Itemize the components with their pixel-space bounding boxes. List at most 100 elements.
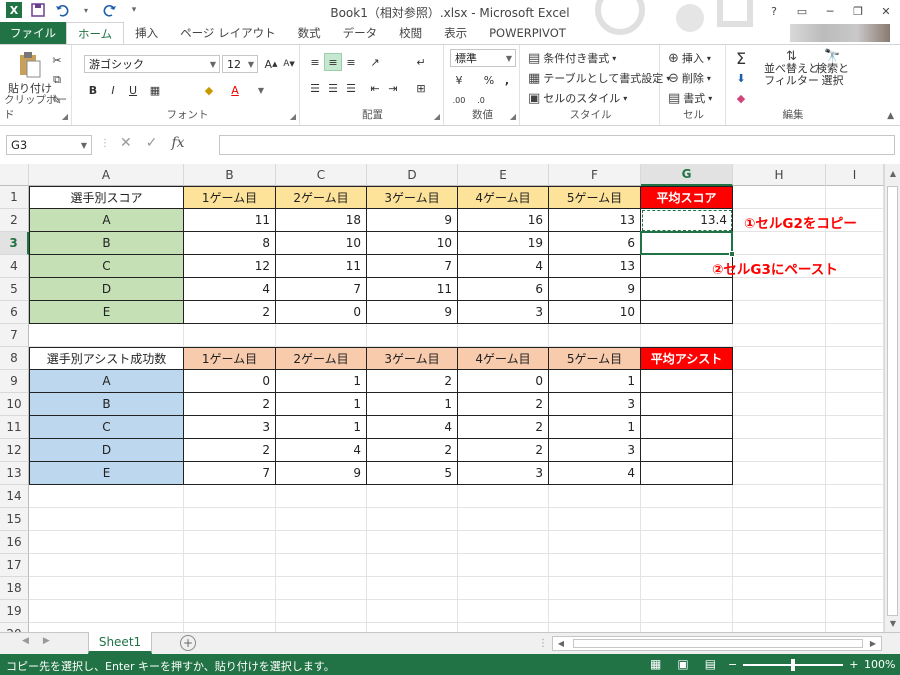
score_table-value-cell[interactable]: 18 bbox=[276, 209, 367, 232]
column-header-c[interactable]: C bbox=[276, 164, 367, 186]
number-launcher-icon[interactable]: ◢ bbox=[510, 112, 516, 121]
align-left-icon[interactable]: ☰ bbox=[306, 79, 324, 97]
scroll-up-icon[interactable]: ▲ bbox=[885, 166, 900, 180]
tab-page-layout[interactable]: ページ レイアウト bbox=[169, 22, 286, 44]
row-header-14[interactable]: 14 bbox=[0, 485, 29, 508]
score_table-value-cell[interactable]: 7 bbox=[276, 278, 367, 301]
score_table-value-cell[interactable]: 11 bbox=[276, 255, 367, 278]
row-header-7[interactable]: 7 bbox=[0, 324, 29, 347]
score_table-value-cell[interactable]: 12 bbox=[184, 255, 276, 278]
assist_table-value-cell[interactable]: 4 bbox=[367, 416, 458, 439]
tab-review[interactable]: 校閲 bbox=[388, 22, 433, 44]
zoom-out-icon[interactable]: − bbox=[728, 658, 737, 671]
score_table-value-cell[interactable]: 11 bbox=[367, 278, 458, 301]
font-size-combo[interactable]: 12 ▼ bbox=[222, 55, 258, 73]
format-as-table-button[interactable]: ▦ テーブルとして書式設定 ▾ bbox=[528, 70, 670, 86]
page-layout-view-icon[interactable]: ▣ bbox=[677, 657, 688, 671]
cut-icon[interactable]: ✂ bbox=[48, 51, 66, 69]
score_table-value-cell[interactable]: 10 bbox=[276, 232, 367, 255]
bottom-align-icon[interactable]: ≡ bbox=[342, 53, 360, 71]
insert-cells-button[interactable]: ⊕ 挿入 ▾ bbox=[668, 50, 711, 66]
zoom-in-icon[interactable]: + bbox=[849, 658, 858, 671]
clipboard-launcher-icon[interactable]: ◢ bbox=[62, 112, 68, 121]
currency-icon[interactable]: ¥ bbox=[450, 71, 468, 89]
assist_table-value-cell[interactable]: 3 bbox=[549, 393, 641, 416]
assist_table-value-cell[interactable]: 1 bbox=[276, 393, 367, 416]
score_table-value-cell[interactable]: 7 bbox=[367, 255, 458, 278]
assist_table-value-cell[interactable]: 2 bbox=[458, 439, 549, 462]
score_table-value-cell[interactable]: 0 bbox=[276, 301, 367, 324]
assist_table-average-cell[interactable] bbox=[641, 462, 733, 485]
row-header-3[interactable]: 3 bbox=[0, 232, 29, 255]
assist_table-value-cell[interactable]: 3 bbox=[458, 462, 549, 485]
active-cell-g3[interactable] bbox=[640, 231, 733, 255]
assist_table-game-header[interactable]: 1ゲーム目 bbox=[184, 347, 276, 370]
vertical-scroll-thumb[interactable] bbox=[887, 186, 898, 616]
user-account-avatar[interactable] bbox=[790, 24, 890, 42]
horizontal-scrollbar[interactable]: ◀ ▶ bbox=[552, 636, 882, 651]
score_table-value-cell[interactable]: 9 bbox=[367, 209, 458, 232]
row-header-12[interactable]: 12 bbox=[0, 439, 29, 462]
wrap-text-icon[interactable]: ↵ bbox=[412, 53, 430, 71]
top-align-icon[interactable]: ≡ bbox=[306, 53, 324, 71]
font-name-combo[interactable]: 游ゴシック ▼ bbox=[84, 55, 220, 73]
assist_table-player-name[interactable]: E bbox=[29, 462, 184, 485]
score_table-value-cell[interactable]: 13 bbox=[549, 209, 641, 232]
column-header-d[interactable]: D bbox=[367, 164, 458, 186]
score_table-game-header[interactable]: 3ゲーム目 bbox=[367, 186, 458, 209]
row-header-11[interactable]: 11 bbox=[0, 416, 29, 439]
zoom-level[interactable]: 100% bbox=[864, 658, 895, 671]
align-right-icon[interactable]: ☰ bbox=[342, 79, 360, 97]
orientation-icon[interactable]: ↗ bbox=[366, 53, 384, 71]
ribbon-display-icon[interactable]: ▭ bbox=[788, 0, 816, 22]
score_table-value-cell[interactable]: 2 bbox=[184, 301, 276, 324]
fill-handle[interactable] bbox=[729, 251, 735, 257]
assist_table-value-cell[interactable]: 0 bbox=[184, 370, 276, 393]
underline-button[interactable]: U bbox=[124, 81, 142, 99]
tab-data[interactable]: データ bbox=[332, 22, 389, 44]
score_table-title[interactable]: 選手別スコア bbox=[29, 186, 184, 209]
assist_table-value-cell[interactable]: 5 bbox=[367, 462, 458, 485]
zoom-track[interactable] bbox=[743, 658, 844, 671]
tab-split-handle-icon[interactable]: ⋮ bbox=[538, 638, 548, 649]
increase-font-icon[interactable]: A ▲ bbox=[262, 55, 280, 73]
paste-button[interactable]: 貼り付け bbox=[8, 51, 52, 96]
restore-icon[interactable]: ❐ bbox=[844, 0, 872, 22]
score_table-game-header[interactable]: 2ゲーム目 bbox=[276, 186, 367, 209]
scroll-left-icon[interactable]: ◀ bbox=[554, 637, 568, 650]
enter-icon[interactable]: ✓ bbox=[146, 135, 158, 151]
score_table-value-cell[interactable]: 16 bbox=[458, 209, 549, 232]
tab-file[interactable]: ファイル bbox=[0, 22, 66, 44]
zoom-knob[interactable] bbox=[791, 658, 796, 671]
assist_table-value-cell[interactable]: 9 bbox=[276, 462, 367, 485]
tab-formulas[interactable]: 数式 bbox=[287, 22, 332, 44]
decrease-indent-icon[interactable]: ⇤ bbox=[366, 79, 384, 97]
assist_table-value-cell[interactable]: 1 bbox=[276, 416, 367, 439]
sheet-prev-icon[interactable]: ◀ bbox=[22, 636, 29, 646]
sheet-next-icon[interactable]: ▶ bbox=[43, 636, 50, 646]
add-sheet-icon[interactable]: + bbox=[180, 635, 196, 651]
score_table-value-cell[interactable]: 6 bbox=[549, 232, 641, 255]
worksheet-grid[interactable]: ABCDEFGHI1234567891011121314151617181920… bbox=[0, 164, 884, 646]
assist_table-value-cell[interactable]: 4 bbox=[549, 462, 641, 485]
score_table-value-cell[interactable]: 4 bbox=[184, 278, 276, 301]
row-header-5[interactable]: 5 bbox=[0, 278, 29, 301]
assist_table-value-cell[interactable]: 0 bbox=[458, 370, 549, 393]
row-header-6[interactable]: 6 bbox=[0, 301, 29, 324]
row-header-17[interactable]: 17 bbox=[0, 554, 29, 577]
vertical-scrollbar[interactable]: ▲ ▼ bbox=[884, 164, 900, 632]
row-header-15[interactable]: 15 bbox=[0, 508, 29, 531]
name-box[interactable]: G3 ▼ bbox=[6, 135, 92, 155]
tab-view[interactable]: 表示 bbox=[433, 22, 478, 44]
score_table-value-cell[interactable]: 19 bbox=[458, 232, 549, 255]
assist_table-average-cell[interactable] bbox=[641, 439, 733, 462]
row-header-8[interactable]: 8 bbox=[0, 347, 29, 370]
score_table-average-cell[interactable] bbox=[641, 278, 733, 301]
sheet-tab-sheet1[interactable]: Sheet1 bbox=[88, 632, 152, 654]
assist_table-average-cell[interactable] bbox=[641, 416, 733, 439]
page-break-view-icon[interactable]: ▤ bbox=[705, 657, 716, 671]
column-header-a[interactable]: A bbox=[29, 164, 184, 186]
assist_table-value-cell[interactable]: 7 bbox=[184, 462, 276, 485]
assist_table-value-cell[interactable]: 2 bbox=[458, 393, 549, 416]
tab-home[interactable]: ホーム bbox=[66, 22, 125, 44]
